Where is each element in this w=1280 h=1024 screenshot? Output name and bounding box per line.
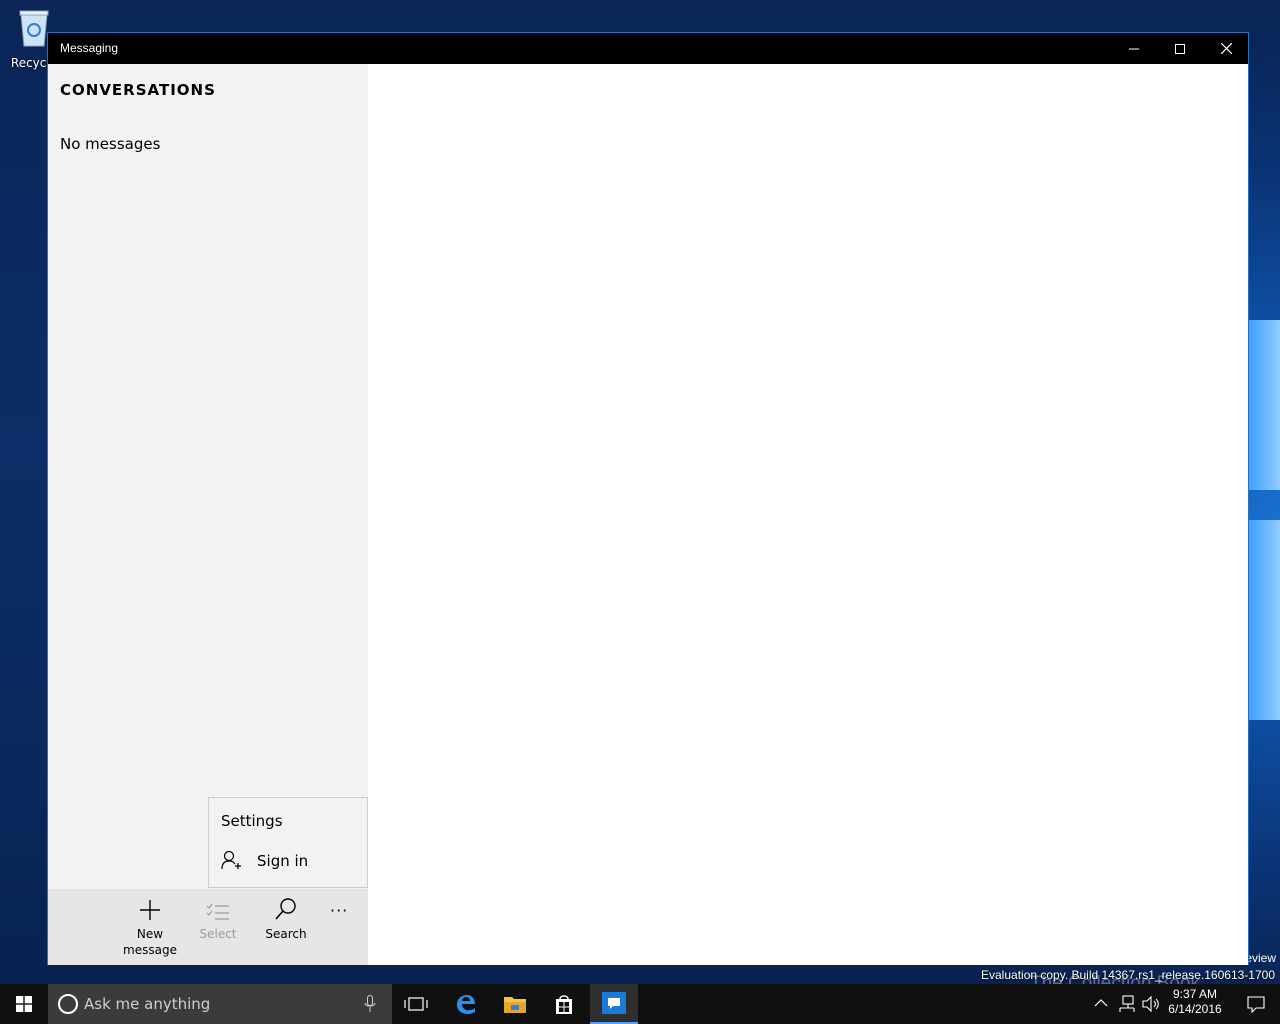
select-list-icon — [206, 903, 229, 920]
select-button[interactable]: Select — [186, 889, 250, 965]
recycle-bin-icon — [19, 10, 49, 47]
edge-icon — [457, 995, 475, 1014]
network-icon[interactable] — [1118, 995, 1136, 1013]
select-label: Select — [199, 927, 237, 941]
menu-item-settings[interactable]: Settings — [209, 801, 367, 839]
store-button[interactable] — [540, 984, 588, 1024]
windows-logo-wallpaper — [1248, 300, 1280, 720]
messaging-icon — [602, 992, 626, 1014]
conversations-header: CONVERSATIONS — [60, 81, 216, 99]
minimize-button[interactable] — [1111, 33, 1157, 64]
edge-button[interactable] — [442, 984, 490, 1024]
cortana-placeholder: Ask me anything — [84, 995, 211, 1013]
window-title: Messaging — [60, 41, 119, 55]
task-view-icon — [404, 997, 428, 1011]
close-icon — [1220, 43, 1232, 54]
new-message-button[interactable]: New message — [118, 889, 182, 965]
taskbar-clock[interactable]: 9:37 AM 6/14/2016 — [1160, 987, 1230, 1017]
cortana-search-box[interactable]: Ask me anything — [48, 984, 392, 1024]
add-person-icon — [221, 850, 241, 870]
close-button[interactable] — [1203, 33, 1249, 64]
search-button[interactable]: Search — [254, 889, 318, 965]
menu-item-sign-in[interactable]: Sign in — [209, 841, 367, 879]
command-bar: New message Select Search ··· — [48, 889, 368, 965]
conversation-detail-pane — [368, 64, 1248, 965]
messaging-window: Messaging CONVERSATIONS No messages Sett… — [47, 32, 1249, 965]
maximize-icon — [1175, 43, 1185, 54]
search-icon — [275, 898, 296, 920]
more-menu-flyout: Settings Sign in — [208, 797, 368, 888]
action-center-button[interactable] — [1232, 984, 1280, 1024]
menu-item-sign-in-label: Sign in — [257, 852, 309, 870]
new-message-label-2: message — [123, 943, 177, 957]
evaluation-text-top: eview — [1245, 951, 1276, 965]
microphone-icon[interactable] — [364, 995, 376, 1013]
title-bar[interactable]: Messaging — [48, 33, 1248, 64]
chevron-up-icon[interactable] — [1094, 997, 1108, 1009]
windows-start-icon — [16, 996, 32, 1012]
store-icon — [556, 995, 572, 1014]
plus-icon — [140, 900, 160, 920]
messaging-taskbar-button[interactable] — [590, 984, 638, 1024]
app-content: CONVERSATIONS No messages Settings Sign … — [48, 64, 1248, 965]
conversations-pane: CONVERSATIONS No messages Settings Sign … — [48, 64, 368, 965]
notification-icon — [1247, 996, 1265, 1013]
taskbar: Ask me anything 9:37 AM 6/14/2016 — [0, 984, 1280, 1024]
maximize-button[interactable] — [1157, 33, 1203, 64]
cortana-icon — [58, 994, 78, 1014]
volume-icon[interactable] — [1142, 995, 1160, 1013]
file-explorer-button[interactable] — [491, 984, 539, 1024]
start-button[interactable] — [0, 984, 48, 1024]
new-message-label-1: New — [136, 927, 164, 941]
clock-time: 9:37 AM — [1172, 987, 1218, 1001]
search-label: Search — [265, 927, 307, 941]
clock-date: 6/14/2016 — [1168, 1002, 1222, 1016]
empty-conversations-text: No messages — [60, 135, 161, 153]
minimize-icon — [1129, 48, 1139, 49]
menu-item-settings-label: Settings — [221, 812, 283, 830]
more-options-button[interactable]: ··· — [330, 901, 348, 920]
task-view-button[interactable] — [392, 984, 440, 1024]
folder-icon — [504, 997, 526, 1013]
